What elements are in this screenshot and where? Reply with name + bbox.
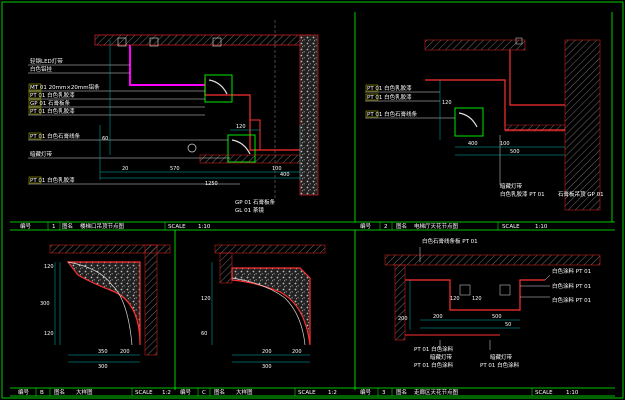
p4-title-name-label: 图名: [214, 388, 225, 396]
p3-title-no-label: 编号: [18, 388, 30, 396]
dim-20: 20: [122, 166, 128, 172]
p4-title-scale: 1:2: [328, 390, 337, 396]
p1-title-name: 楼梯口吊顶节点图: [80, 222, 125, 230]
p5-label-bottom-4: 暗藏灯带: [490, 353, 513, 361]
dim-60: 60: [102, 136, 108, 142]
p2-label-gypsum-ceiling: 石膏板吊顶 GP 01: [558, 190, 604, 198]
p3-title-no: B: [40, 390, 44, 396]
cornice-detail-box-c: [454, 107, 484, 137]
p2-dim-100: 100: [500, 141, 510, 147]
p3-title-scale-label: SCALE: [135, 390, 153, 396]
cad-drawing-canvas: 轻钢LED灯带 白色铝挂 MT 01 20mm×20mm铝条 PT 01 白色乳…: [1, 1, 624, 399]
p1-title-scale-label: SCALE: [168, 224, 186, 230]
wall-section-2: [564, 39, 601, 211]
p5-title-scale-label: SCALE: [535, 390, 553, 396]
panel-1-labels: 轻钢LED灯带 白色铝挂 MT 01 20mm×20mm铝条 PT 01 白色乳…: [30, 57, 276, 214]
p3-title-scale: 1:2: [162, 390, 171, 396]
p5-label-bottom-3: PT 01 白色涂料: [414, 361, 454, 369]
panel-4-detail: [211, 244, 326, 363]
p3-dim-300: 300: [40, 301, 50, 307]
p5-dim-200-b: 200: [398, 316, 408, 322]
leader-lines: [28, 64, 240, 185]
p5-dim-50: 50: [505, 322, 511, 328]
p2-title-scale-label: SCALE: [502, 224, 520, 230]
p5-label-bottom-5: PT 01 白色涂料: [480, 361, 520, 369]
p1-title-no: 1: [52, 224, 56, 230]
p4-dim-60: 60: [201, 331, 207, 337]
panel-3-detail: [49, 244, 171, 363]
p3-dim-120-a: 120: [44, 264, 54, 270]
dim-400: 400: [280, 172, 290, 178]
p3-dim-120-b: 120: [44, 331, 54, 337]
tag-tea-mirror: GL 01 茶镜: [235, 206, 264, 214]
p5-dim-120-b: 120: [472, 296, 482, 302]
p5-title-scale: 1:10: [566, 390, 579, 396]
p4-title-scale-label: SCALE: [298, 390, 316, 396]
p1-title-scale: 1:10: [198, 224, 211, 230]
p4-title-name: 大样图: [236, 388, 253, 396]
dim-570: 570: [170, 166, 180, 172]
p2-title-no-label: 编号: [360, 222, 372, 230]
panel-2-section: [365, 37, 601, 211]
p2-title-name: 电梯厅天花节点图: [414, 222, 459, 230]
p2-title-name-label: 图名: [396, 222, 407, 230]
p2-label-white-paint-3: 白色乳胶漆 PT 01: [500, 190, 545, 198]
p4-dim-200: 200: [262, 349, 272, 355]
p2-title-no: 2: [384, 224, 388, 230]
p4-dim-120: 120: [201, 296, 211, 302]
p3-dim-350: 350: [98, 349, 108, 355]
tag-gypsum-strip: GP 01 石膏板条: [235, 198, 276, 206]
p5-dim-200: 200: [433, 314, 443, 320]
cornice-detail-box-a: [204, 74, 233, 103]
p4-dim-300: 300: [262, 364, 272, 370]
p3-dim-200: 200: [120, 349, 130, 355]
p5-label-top: 白色石膏线条板 PT 01: [422, 237, 478, 245]
p5-title-name: 走廊区天花节点图: [414, 388, 459, 396]
p5-label-right-2: 白色涂料 PT 01: [552, 282, 591, 290]
panel-4-dimension-text: 120 60 200 300 200: [201, 296, 302, 370]
p3-dim-300-b: 300: [98, 364, 108, 370]
ceiling-slab-2: [424, 39, 526, 51]
cornice-profile-b: [66, 261, 141, 346]
p3-title-name-label: 图名: [54, 388, 65, 396]
label-led-strip: 轻钢LED灯带: [30, 57, 63, 65]
p2-label-hidden-light: 暗藏灯带: [500, 182, 523, 190]
wall-section: [299, 34, 319, 196]
p2-dim-500: 500: [510, 149, 520, 155]
p5-label-bottom-2: 暗藏灯带: [430, 353, 453, 361]
p4-dim-200-b: 200: [292, 349, 302, 355]
ceiling-slab: [94, 34, 311, 46]
p5-label-bottom-1: PT 01 白色涂料: [414, 345, 454, 353]
p2-dim-120: 120: [442, 100, 452, 106]
dim-120: 120: [236, 124, 246, 130]
p5-dim-120-a: 120: [450, 296, 460, 302]
p3-title-name: 大样图: [76, 388, 93, 396]
p5-label-right-3: 白色涂料 PT 01: [552, 296, 591, 304]
panel-5-dimension-text: 120 120 200 500 50 200: [398, 296, 511, 328]
p2-dim-400: 400: [468, 141, 478, 147]
label-hidden-light: 暗藏灯带: [30, 150, 53, 158]
p5-title-no-label: 编号: [360, 388, 372, 396]
p4-title-no-label: 编号: [180, 388, 192, 396]
p1-title-name-label: 图名: [62, 222, 73, 230]
p4-title-no: C: [202, 390, 206, 396]
p5-title-no: 3: [382, 390, 386, 396]
p5-dim-500: 500: [492, 314, 502, 320]
ceiling-profile: [204, 78, 300, 151]
p5-title-name-label: 图名: [396, 388, 407, 396]
label-white-cladding: 白色铝挂: [30, 65, 53, 73]
p5-label-right-1: 白色涂料 PT 01: [552, 267, 591, 275]
p2-title-scale: 1:10: [535, 224, 548, 230]
led-strip-line: [129, 45, 205, 86]
p1-title-no-label: 编号: [20, 222, 32, 230]
cornice-profile-c: [231, 267, 311, 346]
dim-1250: 1250: [205, 181, 218, 187]
